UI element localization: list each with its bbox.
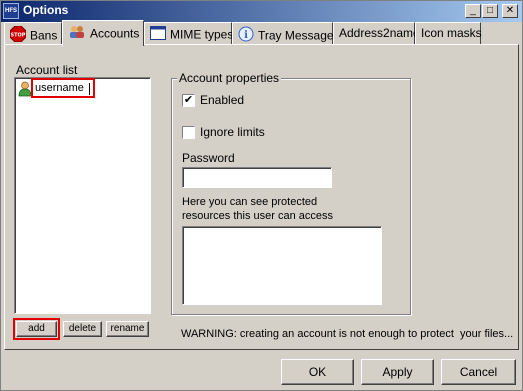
maximize-button[interactable]: □ bbox=[482, 4, 498, 18]
tab-mime-types[interactable]: MIME types bbox=[144, 22, 234, 44]
resources-text-line2: resources this user can access bbox=[182, 210, 334, 222]
window-icon bbox=[150, 26, 166, 43]
add-button[interactable]: add bbox=[16, 321, 57, 337]
ok-button[interactable]: OK bbox=[281, 359, 354, 385]
account-properties-label: Account properties bbox=[177, 71, 282, 85]
stop-icon: STOP bbox=[9, 25, 27, 45]
tab-accounts[interactable]: Accounts bbox=[62, 20, 144, 46]
account-name-edit[interactable]: username bbox=[35, 82, 84, 94]
delete-button[interactable]: delete bbox=[63, 321, 102, 337]
minimize-button[interactable]: _ bbox=[465, 4, 481, 18]
resources-text-line1: Here you can see protected bbox=[182, 196, 318, 208]
text-caret bbox=[89, 83, 90, 95]
rename-button[interactable]: rename bbox=[106, 321, 149, 337]
enabled-checkbox[interactable]: ✔ bbox=[182, 94, 195, 107]
svg-text:STOP: STOP bbox=[11, 33, 26, 39]
tab-label: Accounts bbox=[90, 26, 140, 41]
tab-label: Tray Message bbox=[258, 28, 334, 43]
hfs-app-icon: HFS bbox=[3, 3, 19, 19]
password-label: Password bbox=[182, 151, 235, 165]
warning-text: WARNING: creating an account is not enou… bbox=[181, 328, 514, 340]
tab-label: MIME types bbox=[170, 27, 234, 42]
tab-label: Bans bbox=[30, 28, 58, 43]
title-bar[interactable] bbox=[0, 0, 523, 22]
checkmark-icon: ✔ bbox=[183, 94, 194, 106]
tab-icon-masks[interactable]: Icon masks bbox=[415, 22, 482, 44]
tab-tray-message[interactable]: i Tray Message bbox=[232, 22, 334, 45]
account-list-item[interactable]: username bbox=[31, 78, 95, 98]
window-title: Options bbox=[23, 3, 69, 17]
tab-address2name[interactable]: Address2name bbox=[333, 22, 420, 44]
user-icon bbox=[18, 81, 32, 97]
users-icon bbox=[68, 24, 86, 43]
cancel-button[interactable]: Cancel bbox=[441, 359, 516, 385]
info-icon: i bbox=[238, 26, 254, 45]
resources-description: Here you can see protected resources thi… bbox=[182, 195, 333, 223]
ignore-limits-checkbox[interactable] bbox=[182, 126, 195, 139]
password-field[interactable] bbox=[182, 167, 332, 188]
apply-button[interactable]: Apply bbox=[361, 359, 434, 385]
enabled-label: Enabled bbox=[200, 93, 245, 107]
ignore-limits-label: Ignore limits bbox=[200, 125, 265, 139]
close-button[interactable]: ✕ bbox=[502, 4, 518, 18]
resources-list[interactable] bbox=[182, 226, 382, 305]
account-list-label: Account list bbox=[16, 63, 78, 77]
svg-text:i: i bbox=[244, 30, 248, 41]
tab-bans[interactable]: STOP Bans bbox=[4, 22, 62, 44]
account-list[interactable] bbox=[14, 77, 151, 314]
tab-label: Address2name bbox=[339, 26, 420, 40]
tab-label: Icon masks bbox=[421, 26, 482, 40]
